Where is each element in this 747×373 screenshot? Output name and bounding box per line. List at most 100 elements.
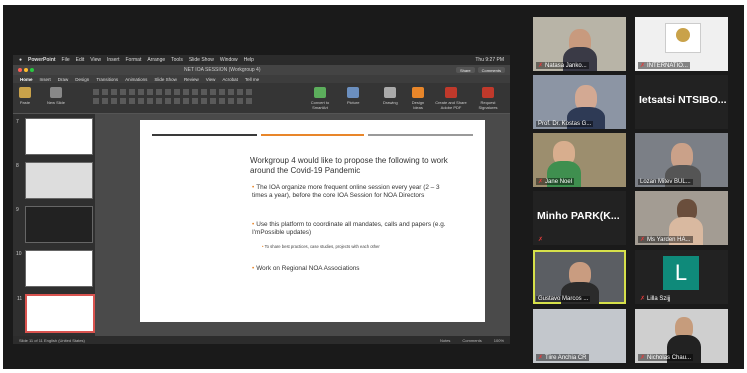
slide-thumbnail[interactable]: 8 (16, 162, 93, 199)
menu-arrange[interactable]: Arrange (147, 57, 165, 63)
minimize-window-icon[interactable] (24, 68, 28, 72)
divider-grey (368, 134, 473, 136)
slide-thumbnail[interactable]: 9 (16, 206, 93, 243)
slide-thumbnail[interactable]: 10 (16, 250, 93, 287)
menu-file[interactable]: File (62, 57, 70, 63)
participant-name: INTERNATIO... (647, 63, 688, 69)
document-title: NET IOA SESSION (Workgroup 4) (184, 67, 261, 73)
menu-tools[interactable]: Tools (171, 57, 183, 63)
tab-home[interactable]: Home (20, 77, 33, 82)
design-ideas-button[interactable]: Design Ideas (409, 87, 427, 110)
participant-tile[interactable]: Lozan Mitev BUL... (635, 133, 728, 187)
tab-acrobat[interactable]: Acrobat (222, 77, 238, 82)
participant-name: Lilla Szijj (647, 296, 671, 302)
participant-name: Nicholas Chau... (647, 355, 692, 361)
tab-design[interactable]: Design (75, 77, 89, 82)
notes-button[interactable]: Notes (440, 338, 450, 343)
menu-view[interactable]: View (90, 57, 101, 63)
paste-button[interactable]: Paste (19, 87, 31, 105)
participant-tile-active-speaker[interactable]: Gustavo Marcos ... (533, 250, 626, 304)
mic-muted-icon: ✗ (538, 179, 544, 185)
participant-tile[interactable]: ✗ Nicholas Chau... (635, 309, 728, 363)
zoom-level[interactable]: 100% (494, 338, 504, 343)
shapes-icon (384, 87, 397, 98)
participant-name: Gustavo Marcos ... (538, 296, 589, 302)
slide-bullet: • Use this platform to coordinate all man… (252, 221, 446, 236)
menu-format[interactable]: Format (126, 57, 142, 63)
menu-help[interactable]: Help (244, 57, 254, 63)
participant-name: Natasa Janko... (545, 63, 587, 69)
tab-transitions[interactable]: Transitions (96, 77, 118, 82)
slide-thumbnail[interactable]: 7 (16, 118, 93, 155)
participant-tile[interactable]: Minho PARK(K... ✗ (533, 191, 626, 245)
comments-button[interactable]: Comments (477, 67, 505, 73)
slide-thumbnail-selected[interactable]: 11 (17, 294, 95, 333)
slide-thumbnail-panel[interactable]: 7 8 9 10 11 (13, 114, 95, 336)
participant-tile[interactable]: ✗ Ms Yarden HA... (635, 191, 728, 245)
window-titlebar: NET IOA SESSION (Workgroup 4) Share Comm… (13, 65, 510, 75)
menu-app-name[interactable]: PowerPoint (28, 57, 56, 63)
slide-sub-bullet: • To share best practices, case studies,… (262, 244, 380, 249)
slide-editing-area[interactable]: Workgroup 4 would like to propose the fo… (95, 114, 510, 336)
participant-tile[interactable]: ✗ INTERNATIO... (635, 17, 728, 71)
menu-edit[interactable]: Edit (76, 57, 85, 63)
convert-smartart-button[interactable]: Convert to SmartArt (305, 87, 335, 110)
comments-status-button[interactable]: Comments (462, 338, 481, 343)
divider-orange (261, 134, 364, 136)
tab-review[interactable]: Review (184, 77, 199, 82)
participant-name: Tiire Anchia CR (545, 355, 587, 361)
organization-logo (665, 23, 701, 53)
mic-muted-icon: ✗ (640, 355, 646, 361)
slide-icon (50, 87, 62, 98)
mic-muted-icon: ✗ (640, 63, 646, 69)
request-signatures-button[interactable]: Request Signatures (473, 87, 503, 110)
new-slide-button[interactable]: New Slide (47, 87, 65, 105)
shared-screen: ● PowerPoint File Edit View Insert Forma… (13, 55, 510, 344)
zoom-window-icon[interactable] (30, 68, 34, 72)
divider-dark (152, 134, 257, 136)
slide-bullet: • The IOA organize more frequent online s… (252, 184, 440, 199)
slide-title: Workgroup 4 would like to propose the fo… (250, 156, 448, 175)
picture-icon (347, 87, 360, 98)
participant-name: Lozan Mitev BUL... (640, 179, 691, 185)
tab-slideshow[interactable]: Slide Show (154, 77, 177, 82)
participant-tile[interactable]: Prof. Dr. Kostas G... (533, 75, 626, 129)
current-slide[interactable]: Workgroup 4 would like to propose the fo… (140, 120, 485, 322)
tab-animations[interactable]: Animations (125, 77, 147, 82)
participant-tile[interactable]: ✗ Natasa Janko... (533, 17, 626, 71)
slide-count-status: Slide 11 of 11 English (United States) (19, 337, 85, 343)
tab-insert[interactable]: Insert (40, 77, 51, 82)
ribbon-toolbar: Paste New Slide Convert to SmartArt Pict… (13, 83, 510, 114)
tab-draw[interactable]: Draw (58, 77, 69, 82)
participant-tile[interactable]: Ietsatsi NTSIBO... (635, 75, 728, 129)
apple-icon[interactable]: ● (19, 57, 22, 63)
slide-bullet: • Work on Regional NOA Associations (252, 265, 360, 272)
signature-icon (482, 87, 494, 98)
participant-name: Minho PARK(K... (537, 210, 620, 222)
mic-muted-icon: ✗ (538, 355, 544, 361)
mic-muted-icon: ✗ (640, 296, 646, 302)
adobe-pdf-button[interactable]: Create and Share Adobe PDF (433, 87, 469, 110)
mic-muted-icon: ✗ (538, 63, 544, 69)
close-window-icon[interactable] (18, 68, 22, 72)
participant-name: Prof. Dr. Kostas G... (538, 121, 592, 127)
font-format-controls[interactable] (93, 89, 253, 105)
avatar: L (663, 256, 699, 290)
participant-tile[interactable]: ✗ Jane Noel (533, 133, 626, 187)
menu-slideshow[interactable]: Slide Show (189, 57, 214, 63)
status-bar: Slide 11 of 11 English (United States) N… (13, 336, 510, 344)
clipboard-icon (19, 87, 31, 98)
tab-view[interactable]: View (206, 77, 216, 82)
tab-tell-me[interactable]: Tell me (245, 77, 259, 82)
drawing-button[interactable]: Drawing (383, 87, 398, 105)
mic-muted-icon: ✗ (538, 237, 544, 243)
picture-button[interactable]: Picture (347, 87, 359, 105)
participant-tile[interactable]: ✗ Tiire Anchia CR (533, 309, 626, 363)
menubar-clock: Thu 9:27 PM (475, 57, 504, 63)
participant-tile[interactable]: L ✗ Lilla Szijj (635, 250, 728, 304)
share-button[interactable]: Share (455, 67, 475, 73)
menu-insert[interactable]: Insert (107, 57, 120, 63)
menu-window[interactable]: Window (220, 57, 238, 63)
ribbon-tabs: Home Insert Draw Design Transitions Anim… (13, 75, 510, 83)
participant-name: Jane Noel (545, 179, 573, 185)
